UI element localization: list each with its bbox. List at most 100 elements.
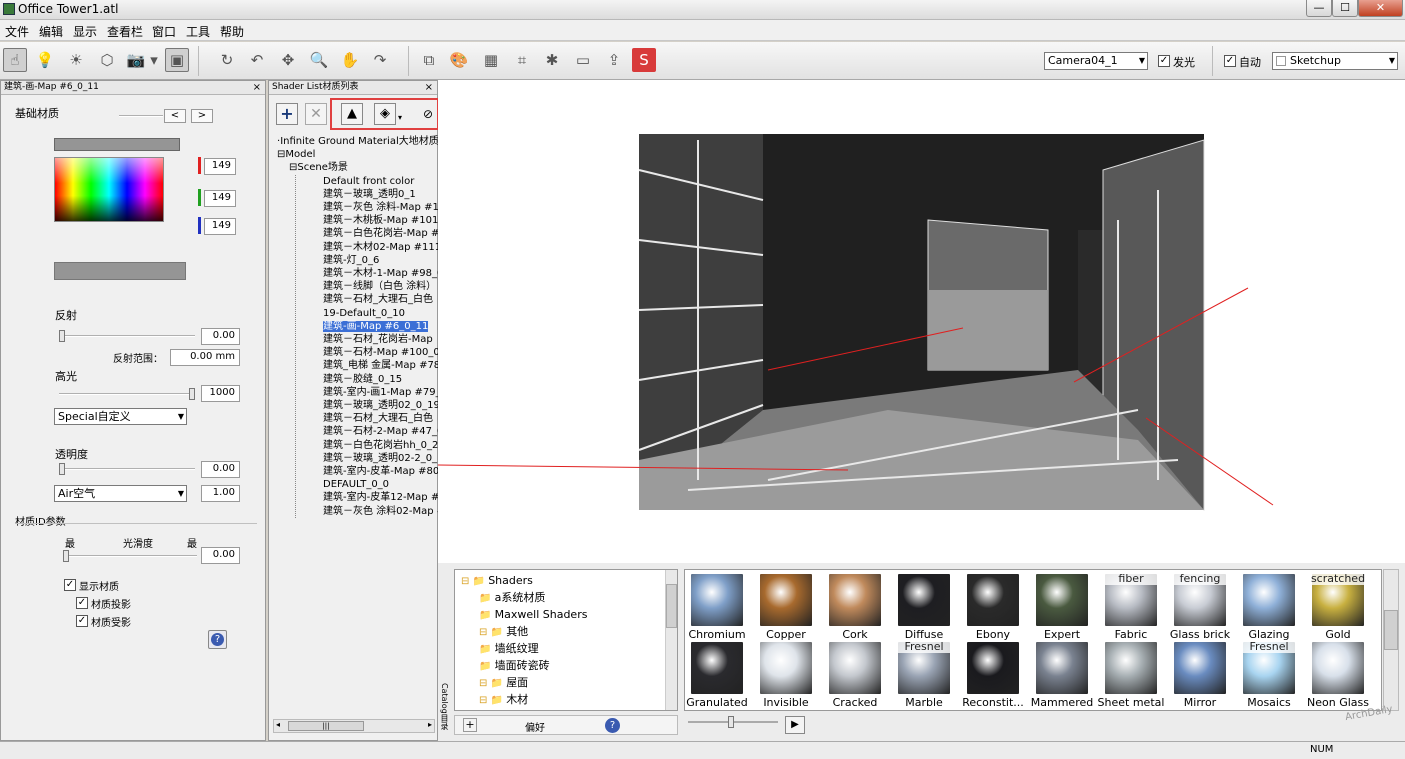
catalog-tree-item[interactable]: 📁 水泥石灰: [461, 709, 587, 710]
shader-list-item[interactable]: 建筑-画-Map #6_0_11: [323, 320, 447, 333]
redo-icon[interactable]: ↷: [368, 48, 392, 72]
ior-value-field[interactable]: 1.00: [201, 485, 240, 502]
menu-help[interactable]: 帮助: [220, 23, 244, 40]
catalog-tree-item[interactable]: 📁 墙面砖瓷砖: [461, 658, 587, 675]
hand-icon[interactable]: ✋: [338, 48, 362, 72]
base-slider[interactable]: [119, 115, 163, 117]
material-swatch[interactable]: [760, 574, 812, 626]
pan-icon[interactable]: ✥: [276, 48, 300, 72]
camera-dropdown-icon[interactable]: ▾: [148, 48, 160, 72]
help-button[interactable]: ?: [208, 630, 227, 649]
zoom-icon[interactable]: 🔍: [307, 48, 331, 72]
auto-checkbox[interactable]: ✓: [1224, 55, 1236, 67]
green-value-field[interactable]: 149: [204, 190, 236, 207]
slider-thumb[interactable]: [59, 463, 65, 475]
material-swatch[interactable]: [1243, 574, 1295, 626]
slider-thumb[interactable]: [63, 550, 69, 562]
window-icon[interactable]: ▭: [571, 48, 595, 72]
shader-list-item[interactable]: 建筑－白色花岗岩hh_0_2: [323, 439, 447, 452]
select-tool-icon[interactable]: ☝: [3, 48, 27, 72]
material-swatch[interactable]: [691, 642, 743, 694]
catalog-tree-item[interactable]: ⊟ 📁 其他: [461, 624, 587, 641]
transparency-slider[interactable]: [59, 463, 195, 475]
shader-list-item[interactable]: DEFAULT_0_0: [323, 478, 447, 491]
import-icon[interactable]: ▲: [341, 103, 363, 125]
shader-list-item[interactable]: 建筑－石材_大理石_白色: [323, 293, 447, 306]
render-viewport[interactable]: [438, 80, 1405, 563]
orbit-icon[interactable]: ↻: [215, 48, 239, 72]
highlight-slider[interactable]: [59, 388, 195, 400]
shader-list-item[interactable]: 19-Default_0_10: [323, 307, 447, 320]
shader-list-item[interactable]: 建筑-灯_0_6: [323, 254, 447, 267]
smoothness-value-field[interactable]: 0.00: [201, 547, 240, 564]
material-picker-icon[interactable]: ◈: [374, 103, 396, 125]
help-icon[interactable]: ?: [605, 718, 620, 733]
material-swatch[interactable]: [691, 574, 743, 626]
add-category-button[interactable]: +: [463, 718, 477, 732]
menu-file[interactable]: 文件: [5, 23, 29, 40]
catalog-tree-item[interactable]: ⊟ 📁 Shaders: [461, 573, 587, 590]
minimize-button[interactable]: —: [1306, 0, 1332, 17]
shader-list-item[interactable]: 建筑－石材_花岗岩-Map: [323, 333, 447, 346]
catalog-tree-item[interactable]: 📁 墙纸纹理: [461, 641, 587, 658]
material-swatch[interactable]: [829, 642, 881, 694]
catalog-tree-item[interactable]: 📁 a系统材质: [461, 590, 587, 607]
render-window-icon[interactable]: ▣: [165, 48, 189, 72]
shader-list-item[interactable]: 建筑－木桃板-Map #101_: [323, 214, 447, 227]
receive-shadow-checkbox[interactable]: ✓: [76, 615, 88, 627]
scrollbar-thumb[interactable]: [666, 584, 677, 628]
reflect-range-field[interactable]: 0.00 mm: [170, 349, 240, 366]
close-icon[interactable]: ×: [253, 81, 261, 94]
show-material-checkbox[interactable]: ✓: [64, 579, 76, 591]
material-swatch[interactable]: [1036, 642, 1088, 694]
medium-select[interactable]: Air空气 ▼: [54, 485, 187, 502]
material-swatch[interactable]: [1312, 642, 1364, 694]
tree-item-scene[interactable]: ⊟Scene场景: [277, 161, 447, 174]
red-value-field[interactable]: 149: [204, 158, 236, 175]
scrollbar-thumb[interactable]: |||: [288, 721, 364, 731]
material-swatch[interactable]: [1036, 574, 1088, 626]
bulb-icon[interactable]: 💡: [33, 48, 57, 72]
shader-list-item[interactable]: 建筑-室内-画1-Map #79_0: [323, 386, 447, 399]
export-icon[interactable]: ⇪: [602, 48, 626, 72]
next-button[interactable]: >: [191, 109, 213, 123]
slider-thumb[interactable]: [728, 716, 734, 728]
color-swatch[interactable]: [54, 262, 186, 280]
highlight-value-field[interactable]: 1000: [201, 385, 240, 402]
reflect-value-field[interactable]: 0.00: [201, 328, 240, 345]
catalog-tree-item[interactable]: ⊟ 📁 木材: [461, 692, 587, 709]
dropper-icon[interactable]: ⊘: [423, 107, 433, 121]
catalog-tree-item[interactable]: ⊟ 📁 屋面: [461, 675, 587, 692]
shader-list-item[interactable]: 建筑－胶缝_0_15: [323, 373, 447, 386]
settings-icon[interactable]: ✱: [540, 48, 564, 72]
close-icon[interactable]: ×: [425, 81, 433, 94]
catalog-tree-scrollbar[interactable]: [665, 570, 677, 710]
scroll-right-icon[interactable]: ▸: [428, 720, 432, 729]
shader-list-item[interactable]: 建筑－灰色 涂料02-Map #: [323, 505, 447, 518]
shader-list-item[interactable]: 建筑-室内-皮革12-Map #8: [323, 491, 447, 504]
material-swatch[interactable]: [829, 574, 881, 626]
shader-list-item[interactable]: 建筑_电梯 金属-Map #78: [323, 359, 447, 372]
horizontal-scrollbar[interactable]: ◂ ||| ▸: [273, 719, 435, 733]
shader-list-item[interactable]: 建筑－玻璃_透明02-2_0_: [323, 452, 447, 465]
material-swatch[interactable]: [1174, 642, 1226, 694]
chevron-down-icon[interactable]: ▾: [398, 113, 402, 122]
material-scrollbar[interactable]: [1383, 569, 1399, 711]
play-button[interactable]: ▶: [785, 716, 805, 734]
special-select[interactable]: Special自定义 ▼: [54, 408, 187, 425]
add-shader-button[interactable]: +: [276, 103, 298, 125]
render-mode-select[interactable]: Sketchup ▼: [1272, 52, 1398, 70]
menu-tools[interactable]: 工具: [186, 23, 210, 40]
reflect-slider[interactable]: [59, 330, 195, 342]
material-swatch[interactable]: [967, 642, 1019, 694]
tree-item-ground[interactable]: ·Infinite Ground Material大地材质: [277, 135, 447, 148]
menu-edit[interactable]: 编辑: [39, 23, 63, 40]
zoom-slider[interactable]: [688, 716, 778, 728]
camera-icon[interactable]: 📷: [124, 48, 148, 72]
close-button[interactable]: ✕: [1358, 0, 1403, 17]
scroll-left-icon[interactable]: ◂: [276, 720, 280, 729]
menu-display[interactable]: 显示: [73, 23, 97, 40]
maximize-button[interactable]: ☐: [1332, 0, 1358, 17]
menu-view-bar[interactable]: 查看栏: [107, 23, 143, 40]
glow-checkbox[interactable]: ✓: [1158, 55, 1170, 67]
